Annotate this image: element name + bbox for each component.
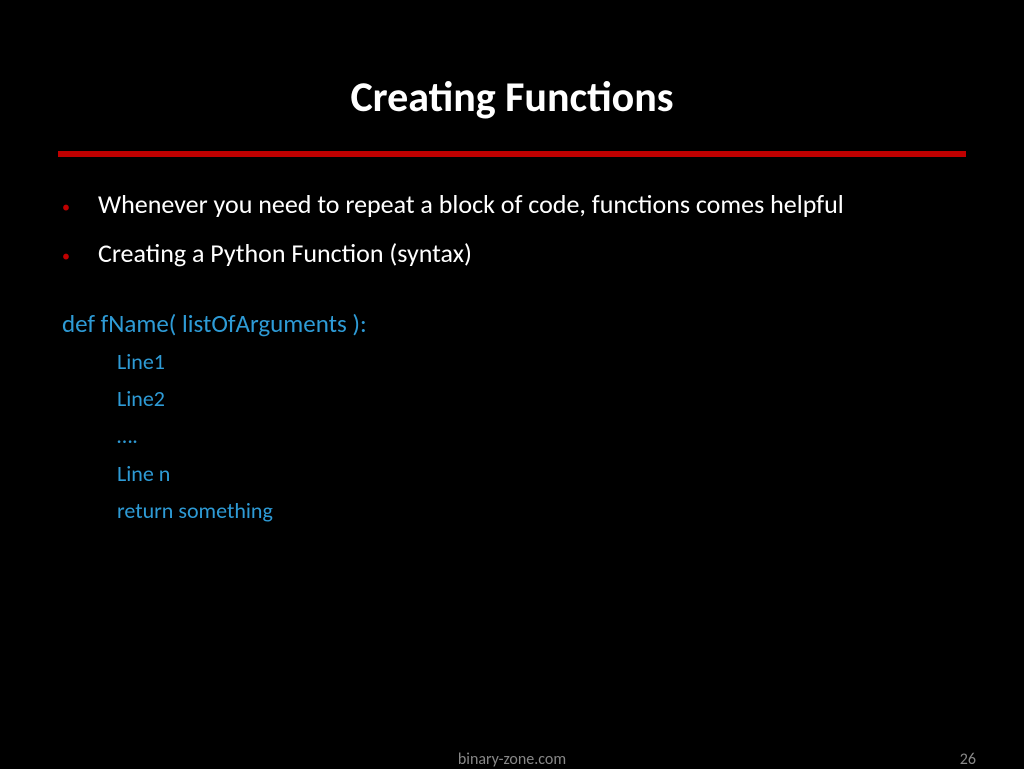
page-number: 26	[960, 750, 976, 769]
bullet-text: Whenever you need to repeat a block of c…	[98, 187, 844, 222]
bullet-text: Creating a Python Function (syntax)	[98, 236, 472, 271]
code-line: return something	[117, 492, 962, 529]
code-line: Line1	[117, 343, 962, 380]
slide-title: Creating Functions	[0, 0, 1024, 151]
footer-source: binary-zone.com	[458, 750, 566, 769]
bullet-item: • Creating a Python Function (syntax)	[62, 236, 962, 271]
title-divider	[58, 151, 966, 157]
code-line: Line n	[117, 455, 962, 492]
slide: Creating Functions • Whenever you need t…	[0, 0, 1024, 768]
code-def-line: def fName( listOfArguments ):	[62, 305, 962, 343]
code-line: Line2	[117, 380, 962, 417]
code-body: Line1 Line2 …. Line n return something	[62, 343, 962, 530]
bullet-marker-icon: •	[62, 197, 70, 219]
code-line: ….	[117, 417, 962, 454]
slide-content: • Whenever you need to repeat a block of…	[0, 187, 1024, 530]
bullet-marker-icon: •	[62, 246, 70, 268]
code-block: def fName( listOfArguments ): Line1 Line…	[62, 305, 962, 529]
bullet-item: • Whenever you need to repeat a block of…	[62, 187, 962, 222]
bullet-list: • Whenever you need to repeat a block of…	[62, 187, 962, 271]
